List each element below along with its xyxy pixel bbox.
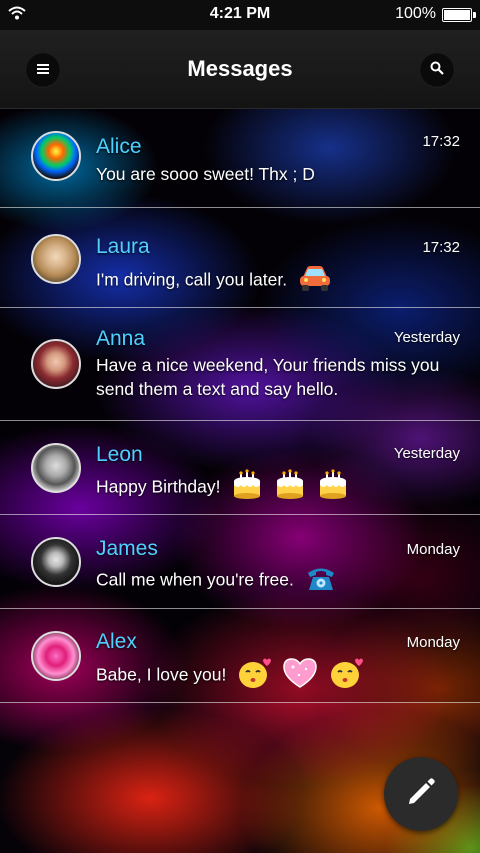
contact-name: James [96, 537, 158, 560]
contact-name: Alice [96, 135, 142, 158]
avatar [31, 631, 81, 681]
heart-emoji [282, 657, 318, 695]
conversation-row-alex[interactable]: Alex Monday Babe, I love you! [0, 609, 480, 703]
cake-emoji [274, 469, 306, 507]
kiss-face-emoji [237, 657, 272, 695]
message-time: 17:32 [422, 239, 460, 256]
message-time: Yesterday [393, 329, 460, 346]
message-preview: Call me when you're free. [96, 569, 294, 590]
avatar [31, 443, 81, 493]
cake-emoji [231, 469, 263, 507]
battery-percent: 100% [395, 5, 436, 22]
conversation-row-alice[interactable]: Alice 17:32 You are sooo sweet! Thx ; D [0, 108, 480, 208]
conversation-row-leon[interactable]: Leon Yesterday Happy Birthday! [0, 421, 480, 515]
search-icon [430, 61, 444, 80]
message-preview: You are sooo sweet! Thx ; D [96, 164, 315, 184]
kiss-face-emoji [329, 657, 363, 695]
avatar [31, 537, 81, 587]
battery-icon [442, 8, 476, 22]
contact-name: Laura [96, 235, 150, 258]
message-time: 17:32 [422, 133, 460, 150]
telephone-emoji [305, 564, 337, 598]
contact-name: Leon [96, 443, 143, 466]
status-bar: 4:21 PM 100% [0, 0, 480, 30]
message-preview: Babe, I love you! [96, 664, 227, 685]
top-bar: Messages [0, 30, 480, 109]
message-time: Monday [406, 541, 460, 558]
message-preview: I'm driving, call you later. [96, 269, 288, 290]
message-preview: Have a nice weekend, Your friends miss y… [96, 355, 440, 399]
conversation-row-anna[interactable]: Anna Yesterday Have a nice weekend, Your… [0, 308, 480, 421]
avatar [31, 234, 81, 284]
message-preview: Happy Birthday! [96, 476, 221, 497]
message-time: Yesterday [393, 445, 460, 462]
conversation-row-laura[interactable]: Laura 17:32 I'm driving, call you later. [0, 208, 480, 308]
avatar [31, 339, 81, 389]
contact-name: Anna [96, 327, 146, 350]
pencil-icon [404, 775, 438, 814]
car-emoji [298, 263, 332, 299]
page-title: Messages [187, 56, 293, 81]
contact-name: Alex [96, 630, 137, 653]
message-time: Monday [406, 634, 460, 651]
search-button[interactable] [419, 52, 455, 88]
cake-emoji [317, 469, 349, 507]
compose-button[interactable] [384, 757, 458, 831]
avatar [31, 131, 81, 181]
conversation-row-james[interactable]: James Monday Call me when you're free. [0, 515, 480, 609]
